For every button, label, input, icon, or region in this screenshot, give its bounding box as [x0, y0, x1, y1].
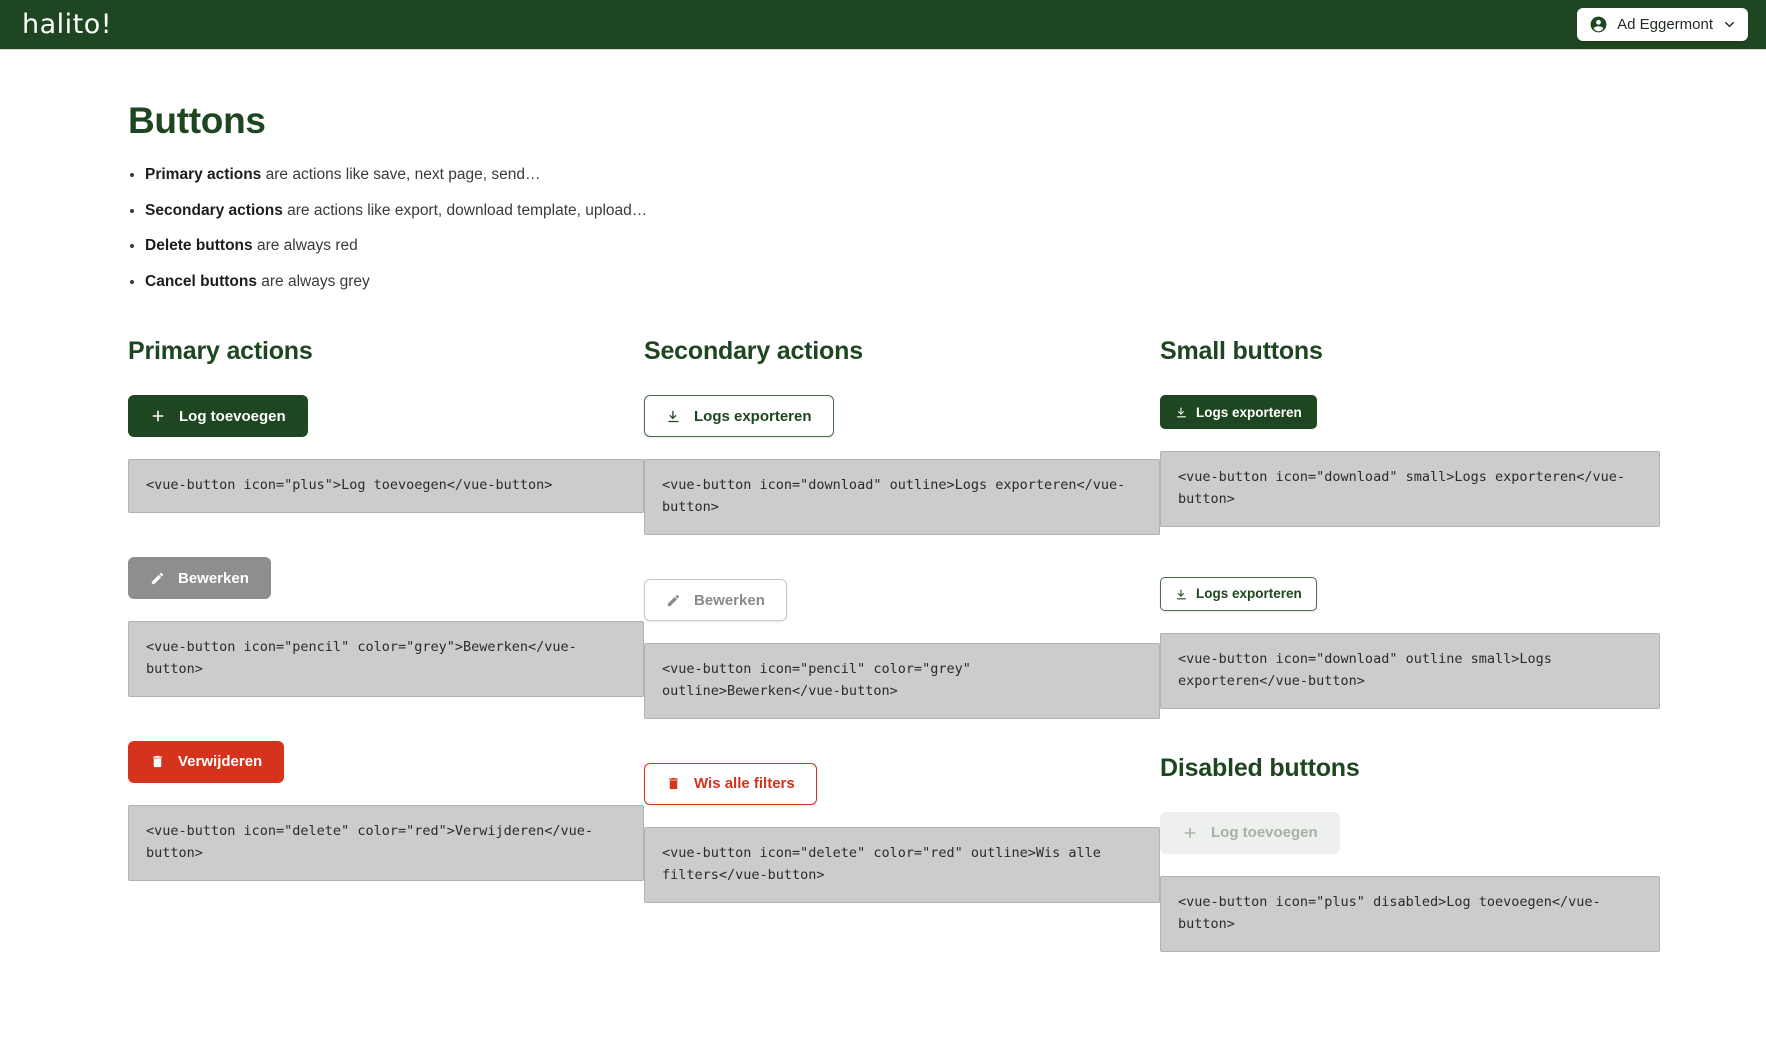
chevron-down-icon[interactable] [1722, 17, 1737, 32]
examples-columns: Primary actions Log toevoegen <vue-butto… [128, 337, 1766, 977]
example-primary-verwijderen: Verwijderen <vue-button icon="delete" co… [128, 740, 644, 881]
example-primary-bewerken: Bewerken <vue-button icon="pencil" color… [128, 557, 644, 697]
verwijderen-button[interactable]: Verwijderen [128, 740, 285, 783]
column-primary-actions: Primary actions Log toevoegen <vue-butto… [128, 337, 644, 977]
list-item: Secondary actions are actions like expor… [145, 202, 1766, 221]
intro-term: Primary actions [145, 166, 262, 183]
code-snippet: <vue-button icon="pencil" color="grey" o… [644, 643, 1160, 719]
code-snippet: <vue-button icon="pencil" color="grey">B… [128, 621, 644, 697]
example-disabled-log-toevoegen: Log toevoegen <vue-button icon="plus" di… [1160, 811, 1660, 952]
logs-exporteren-small-outline-button[interactable]: Logs exporteren [1160, 577, 1317, 612]
list-item: Cancel buttons are always grey [145, 273, 1766, 292]
log-toevoegen-button[interactable]: Log toevoegen [128, 395, 308, 438]
section-title-disabled-buttons: Disabled buttons [1160, 753, 1360, 782]
code-snippet: <vue-button icon="download" small>Logs e… [1160, 451, 1660, 528]
download-icon [1175, 406, 1188, 419]
download-icon [1175, 588, 1188, 601]
button-label: Log toevoegen [1211, 824, 1318, 842]
example-primary-log-toevoegen: Log toevoegen <vue-button icon="plus">Lo… [128, 395, 644, 514]
delete-icon [150, 754, 165, 769]
page-content: Buttons Primary actions are actions like… [0, 50, 1766, 978]
intro-desc: are actions like export, download templa… [282, 201, 648, 219]
user-name-label: Ad Eggermont [1617, 16, 1713, 33]
plus-icon [1182, 825, 1198, 841]
example-secondary-bewerken: Bewerken <vue-button icon="pencil" color… [644, 579, 1160, 719]
example-small-logs-exporteren: Logs exporteren <vue-button icon="downlo… [1160, 395, 1660, 528]
intro-desc: are always grey [256, 272, 370, 290]
intro-term: Cancel buttons [145, 272, 257, 290]
button-label: Log toevoegen [179, 407, 286, 425]
list-item: Primary actions are actions like save, n… [145, 166, 1766, 185]
button-label: Logs exporteren [1196, 404, 1302, 420]
pencil-icon [666, 593, 681, 608]
button-label: Logs exporteren [1196, 586, 1302, 602]
column-secondary-actions: Secondary actions Logs exporteren <vue-b… [644, 337, 1160, 977]
bewerken-button[interactable]: Bewerken [128, 557, 271, 600]
example-secondary-wis-alle-filters: Wis alle filters <vue-button icon="delet… [644, 762, 1160, 903]
button-label: Wis alle filters [694, 775, 795, 793]
delete-icon [666, 776, 681, 791]
code-snippet: <vue-button icon="delete" color="red">Ve… [128, 804, 644, 881]
logs-exporteren-outline-button[interactable]: Logs exporteren [644, 395, 834, 438]
code-snippet: <vue-button icon="plus">Log toevoegen</v… [128, 459, 644, 514]
button-label: Logs exporteren [694, 407, 812, 425]
page-title: Buttons [128, 100, 266, 141]
wis-alle-filters-button[interactable]: Wis alle filters [644, 762, 817, 805]
intro-bullet-list: Primary actions are actions like save, n… [128, 166, 1766, 291]
button-label: Verwijderen [178, 753, 263, 771]
account-circle-icon [1589, 15, 1608, 34]
halito-logo: halito! [22, 9, 113, 40]
intro-desc: are always red [252, 237, 358, 255]
intro-desc: are actions like save, next page, send… [261, 166, 541, 183]
code-snippet: <vue-button icon="download" outline>Logs… [644, 459, 1160, 536]
button-label: Bewerken [178, 569, 249, 587]
intro-term: Secondary actions [145, 201, 283, 219]
intro-term: Delete buttons [145, 237, 253, 255]
example-small-outline-logs-exporteren: Logs exporteren <vue-button icon="downlo… [1160, 577, 1660, 709]
section-title-primary-actions: Primary actions [128, 337, 313, 366]
list-item: Delete buttons are always red [145, 237, 1766, 256]
pencil-icon [150, 571, 165, 586]
code-snippet: <vue-button icon="download" outline smal… [1160, 633, 1660, 709]
section-title-secondary-actions: Secondary actions [644, 337, 863, 366]
code-snippet: <vue-button icon="delete" color="red" ou… [644, 826, 1160, 903]
plus-icon [150, 408, 166, 424]
log-toevoegen-disabled-button: Log toevoegen [1160, 811, 1340, 854]
logs-exporteren-small-button[interactable]: Logs exporteren [1160, 395, 1317, 430]
example-secondary-logs-exporteren: Logs exporteren <vue-button icon="downlo… [644, 395, 1160, 536]
bewerken-outline-button[interactable]: Bewerken [644, 579, 787, 622]
code-snippet: <vue-button icon="plus" disabled>Log toe… [1160, 875, 1660, 952]
top-header-bar: halito! Ad Eggermont [0, 0, 1766, 50]
user-account-menu[interactable]: Ad Eggermont [1577, 8, 1748, 41]
column-small-and-disabled-buttons: Small buttons Logs exporteren <vue-butto… [1160, 337, 1660, 977]
section-title-small-buttons: Small buttons [1160, 337, 1323, 366]
button-label: Bewerken [694, 591, 765, 609]
download-icon [666, 409, 681, 424]
